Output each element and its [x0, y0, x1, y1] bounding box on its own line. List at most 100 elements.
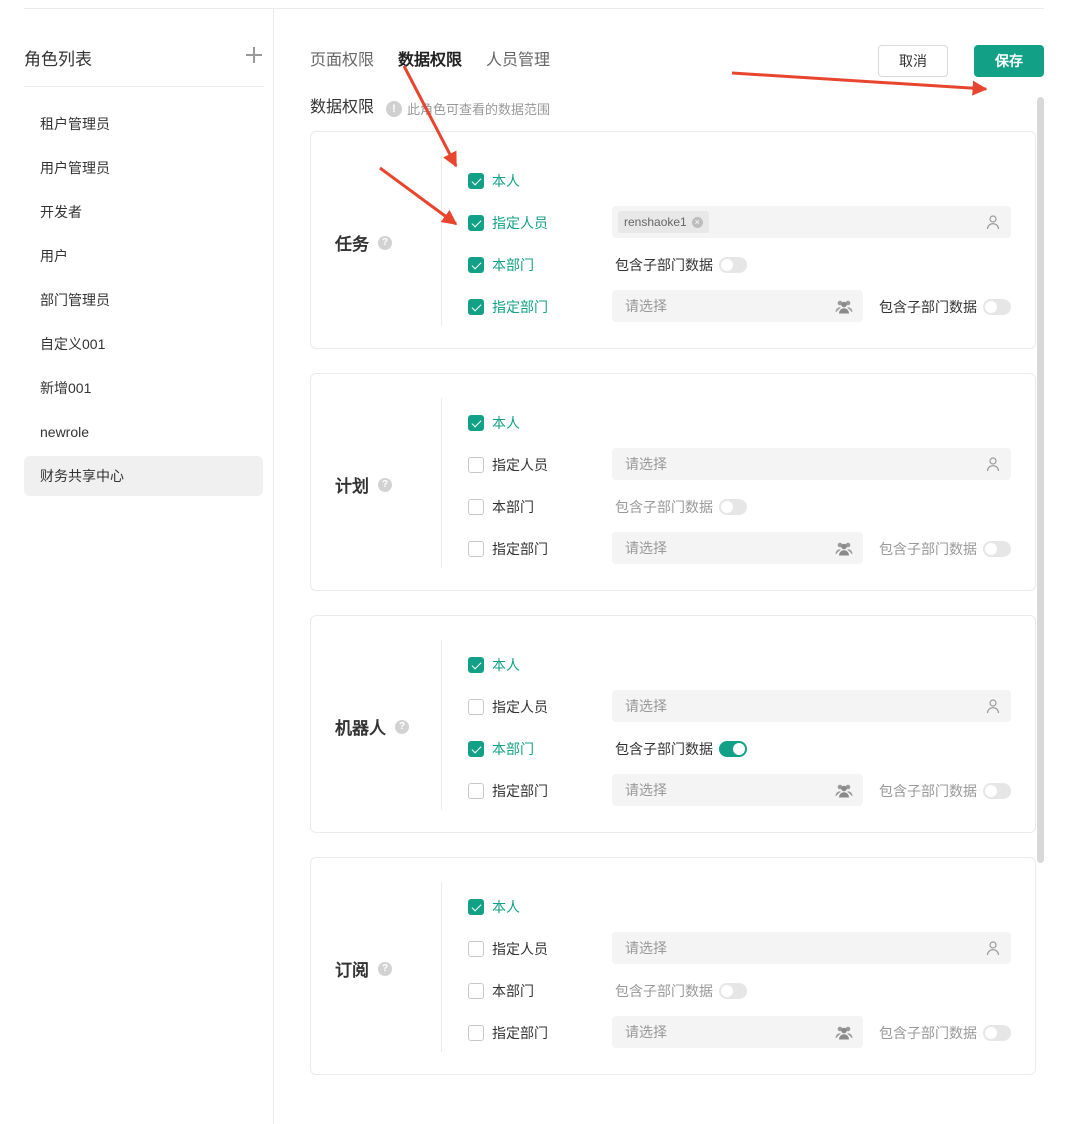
- role-item[interactable]: 自定义001: [24, 324, 263, 364]
- card-label: 任务?: [335, 230, 392, 255]
- card-divider: [441, 398, 442, 568]
- own-dept-include-sub-toggle[interactable]: 包含子部门数据: [615, 255, 747, 275]
- role-item[interactable]: 用户: [24, 236, 263, 276]
- dept-select[interactable]: 请选择: [612, 1016, 863, 1048]
- assign-dept-include-sub-toggle[interactable]: 包含子部门数据: [879, 781, 1011, 801]
- section-title: 数据权限: [310, 99, 375, 116]
- role-item[interactable]: 财务共享中心: [24, 456, 263, 496]
- checkbox-self[interactable]: 本人: [468, 656, 520, 674]
- card-name: 订阅: [335, 961, 369, 980]
- help-icon[interactable]: ?: [378, 477, 392, 492]
- toggle-switch[interactable]: [719, 983, 747, 999]
- role-item[interactable]: 部门管理员: [24, 280, 263, 320]
- checkbox[interactable]: [468, 699, 484, 715]
- person-select[interactable]: 请选择: [612, 448, 1011, 480]
- checkbox-self[interactable]: 本人: [468, 414, 520, 432]
- checkbox[interactable]: [468, 783, 484, 799]
- checkbox-label: 指定部门: [492, 783, 548, 799]
- role-item[interactable]: 开发者: [24, 192, 263, 232]
- checkbox-self[interactable]: 本人: [468, 172, 520, 190]
- checkbox-assign-person[interactable]: 指定人员: [468, 698, 548, 716]
- checkbox-assign-dept[interactable]: 指定部门: [468, 298, 548, 316]
- checkbox[interactable]: [468, 1025, 484, 1041]
- help-icon[interactable]: ?: [378, 961, 392, 976]
- include-sub-label: 包含子部门数据: [879, 541, 977, 557]
- checkbox[interactable]: [468, 415, 484, 431]
- assign-dept-include-sub-toggle[interactable]: 包含子部门数据: [879, 539, 1011, 559]
- card-label: 计划?: [335, 472, 392, 497]
- checkbox[interactable]: [468, 899, 484, 915]
- role-item[interactable]: 用户管理员: [24, 148, 263, 188]
- checkbox-self[interactable]: 本人: [468, 898, 520, 916]
- checkbox[interactable]: [468, 941, 484, 957]
- toggle-switch[interactable]: [983, 1025, 1011, 1041]
- add-role-icon[interactable]: [246, 47, 262, 63]
- include-sub-label: 包含子部门数据: [879, 783, 977, 799]
- checkbox-own-dept[interactable]: 本部门: [468, 740, 534, 758]
- checkbox[interactable]: [468, 257, 484, 273]
- own-dept-include-sub-toggle[interactable]: 包含子部门数据: [615, 981, 747, 1001]
- toggle-switch[interactable]: [719, 257, 747, 273]
- person-select[interactable]: renshaoke1 ×: [612, 206, 1011, 238]
- checkbox[interactable]: [468, 741, 484, 757]
- checkbox[interactable]: [468, 541, 484, 557]
- checkbox-label: 指定人员: [492, 941, 548, 957]
- toggle-switch[interactable]: [719, 741, 747, 757]
- save-button[interactable]: 保存: [974, 45, 1044, 77]
- select-placeholder: 请选择: [625, 540, 667, 556]
- role-item[interactable]: 租户管理员: [24, 104, 263, 144]
- toggle-switch[interactable]: [983, 299, 1011, 315]
- toggle-switch[interactable]: [719, 499, 747, 515]
- checkbox-assign-person[interactable]: 指定人员: [468, 214, 548, 232]
- tab[interactable]: 数据权限: [398, 49, 462, 73]
- checkbox[interactable]: [468, 499, 484, 515]
- checkbox[interactable]: [468, 173, 484, 189]
- person-tag-text: renshaoke1: [624, 215, 687, 229]
- assign-dept-include-sub-toggle[interactable]: 包含子部门数据: [879, 297, 1011, 317]
- checkbox-label: 本部门: [492, 983, 534, 999]
- own-dept-include-sub-toggle[interactable]: 包含子部门数据: [615, 497, 747, 517]
- checkbox-assign-person[interactable]: 指定人员: [468, 940, 548, 958]
- checkbox-own-dept[interactable]: 本部门: [468, 256, 534, 274]
- checkbox[interactable]: [468, 457, 484, 473]
- person-tag: renshaoke1 ×: [618, 211, 709, 233]
- remove-tag-icon[interactable]: ×: [691, 216, 703, 228]
- cancel-button[interactable]: 取消: [878, 45, 948, 77]
- card-label: 订阅?: [335, 956, 392, 981]
- scrollbar-thumb[interactable]: [1037, 97, 1044, 863]
- checkbox-own-dept[interactable]: 本部门: [468, 498, 534, 516]
- dept-select[interactable]: 请选择: [612, 774, 863, 806]
- checkbox-assign-dept[interactable]: 指定部门: [468, 1024, 548, 1042]
- include-sub-label: 包含子部门数据: [879, 1025, 977, 1041]
- checkbox[interactable]: [468, 983, 484, 999]
- select-placeholder: 请选择: [625, 698, 667, 714]
- help-icon[interactable]: ?: [378, 235, 392, 250]
- person-select[interactable]: 请选择: [612, 932, 1011, 964]
- info-icon: !: [386, 100, 402, 117]
- own-dept-include-sub-toggle[interactable]: 包含子部门数据: [615, 739, 747, 759]
- help-icon[interactable]: ?: [395, 719, 409, 734]
- tab[interactable]: 人员管理: [486, 49, 550, 73]
- assign-dept-include-sub-toggle[interactable]: 包含子部门数据: [879, 1023, 1011, 1043]
- checkbox-label: 指定人员: [492, 215, 548, 231]
- checkbox-assign-dept[interactable]: 指定部门: [468, 782, 548, 800]
- card-divider: [441, 156, 442, 326]
- checkbox[interactable]: [468, 299, 484, 315]
- role-item[interactable]: newrole: [24, 412, 263, 452]
- group-icon: [835, 1024, 853, 1040]
- checkbox[interactable]: [468, 215, 484, 231]
- role-item[interactable]: 新增001: [24, 368, 263, 408]
- user-icon: [985, 698, 1001, 714]
- checkbox-own-dept[interactable]: 本部门: [468, 982, 534, 1000]
- person-select[interactable]: 请选择: [612, 690, 1011, 722]
- toggle-switch[interactable]: [983, 783, 1011, 799]
- card-name: 计划: [335, 477, 369, 496]
- toggle-switch[interactable]: [983, 541, 1011, 557]
- checkbox-assign-person[interactable]: 指定人员: [468, 456, 548, 474]
- tab[interactable]: 页面权限: [310, 49, 374, 73]
- dept-select[interactable]: 请选择: [612, 532, 863, 564]
- checkbox[interactable]: [468, 657, 484, 673]
- checkbox-assign-dept[interactable]: 指定部门: [468, 540, 548, 558]
- checkbox-label: 本部门: [492, 499, 534, 515]
- dept-select[interactable]: 请选择: [612, 290, 863, 322]
